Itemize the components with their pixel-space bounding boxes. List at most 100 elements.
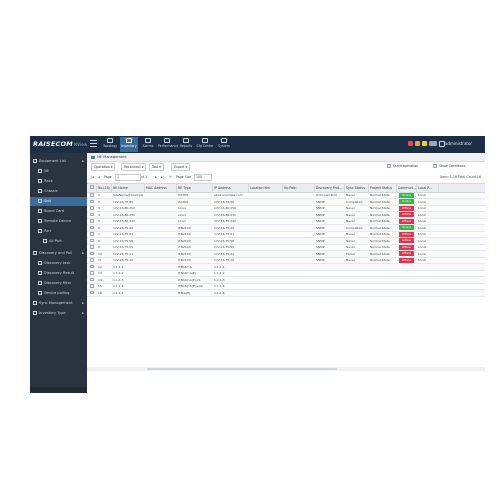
row-checkbox[interactable] [90,284,94,288]
toolbar-button-1[interactable]: Operation ▾ [91,163,116,171]
sidebar-item-rack[interactable]: Rack [30,177,87,186]
row-checkbox[interactable] [90,271,94,275]
sidebar-item-device-polling[interactable]: Device polling [30,289,87,298]
table-cell: Never [346,232,355,236]
table-cell [283,283,315,289]
column-header[interactable]: MAC Address [145,184,177,192]
row-checkbox[interactable] [90,251,94,255]
nav-system[interactable]: System [215,137,233,152]
communication-status-badge: Offline [399,244,414,250]
refresh-icon[interactable]: ↻ [169,174,172,180]
column-header[interactable]: NE Name [112,184,145,192]
toolbar-button-3[interactable]: Tool ▾ [149,163,164,171]
select-all-checkbox[interactable] [87,184,97,192]
page-size-select[interactable]: 100 [194,174,212,181]
column-header[interactable]: Sync Status [345,184,369,192]
table-cell: 4 [98,212,100,217]
nav-performance[interactable]: Performance [158,137,178,152]
sidebar-item-discovery-filter[interactable]: Discovery filter [30,279,87,288]
table-cell: site1.example.com [214,193,243,197]
row-checkbox[interactable] [90,290,94,294]
table-cell: 172.16.75.60 [113,199,134,204]
nav-topology[interactable]: Topology [101,137,119,152]
nav-reports[interactable]: Reports [177,137,195,152]
sidebar-item-port[interactable]: Port [30,227,87,236]
row-checkbox[interactable] [90,277,94,281]
table-cell: 15 [98,284,102,288]
column-header[interactable]: Project Status [369,184,397,192]
bell-icon [145,138,151,143]
row-checkbox[interactable] [90,193,94,197]
chevron-right-icon: ▸ [82,159,84,163]
toolbar-button-4[interactable]: Export ▾ [171,163,191,171]
sidebar-item-discovery-result[interactable]: Discovery Result [30,269,87,278]
row-checkbox[interactable] [90,212,94,216]
logo: RAISECOMNView [33,140,87,148]
sidebar-item-all-port[interactable]: All Port [30,237,87,246]
table-cell: 172.16.80.250 [214,206,236,210]
table-row[interactable]: 16 1.1.1.5 ITN-A(E) 1.1.1.5 [87,289,485,297]
sidebar-item-board-card[interactable]: Board Card [30,207,87,216]
sidebar-item-discovery-and-poll[interactable]: Discovery and Poll ▸ [30,249,87,258]
row-checkbox[interactable] [90,199,94,203]
column-header[interactable]: IP Address [213,184,249,192]
sidebar-item-discovery-task[interactable]: Discovery task [30,259,87,268]
top-bar: RAISECOMNView Topology Inventory Alarms Per… [30,136,485,153]
row-checkbox[interactable] [90,206,94,210]
column-header[interactable]: Location Nm [249,184,283,192]
toolbar-button-2[interactable]: Reconnect ▾ [121,163,147,171]
table-cell [145,244,177,250]
prev-page-icon[interactable]: ◂ [98,174,100,180]
row-checkbox[interactable] [90,232,94,236]
alarm-major-icon[interactable] [415,141,420,146]
quick-operation-checkbox[interactable] [387,164,391,168]
column-header[interactable]: Communi... [397,184,417,192]
table-cell: Never [346,212,355,217]
sidebar-item-remote-device[interactable]: Remote Device [30,217,87,226]
table-cell: SNMP [316,251,325,256]
sidebar-item-slot[interactable]: Slot [30,197,87,206]
first-page-icon[interactable]: |◂ [91,174,94,180]
row-checkbox[interactable] [90,238,94,242]
row-checkbox[interactable] [90,245,94,249]
table-cell: 172.16.75.61 [214,232,235,236]
sidebar-item-equipment-list[interactable]: Equipment List ▸ [30,157,87,166]
nav-inventory[interactable]: Inventory [120,137,138,152]
table-cell [145,290,177,296]
next-page-icon[interactable]: ▸ [155,174,157,180]
row-checkbox[interactable] [90,225,94,229]
horizontal-scrollbar[interactable] [87,367,485,371]
table-cell [249,225,283,231]
show-conditions-checkbox[interactable] [433,164,437,168]
sidebar-item-inventory-type[interactable]: Inventory Type ▸ [30,309,87,318]
device-icon [38,169,42,173]
alarm-warning-icon[interactable] [429,141,437,146]
sidebar-item-chassis[interactable]: Chassis [30,187,87,196]
last-page-icon[interactable]: ▸| [161,174,164,180]
alarm-critical-icon[interactable] [408,141,413,146]
menu-toggle-icon[interactable] [90,140,97,147]
scroll-thumb[interactable] [147,368,337,370]
checkbox[interactable] [90,185,94,189]
table-cell: SNMP [316,199,325,204]
nav-alarms[interactable]: Alarms [139,137,157,152]
page-input[interactable]: 1 [115,174,141,181]
alarm-minor-icon[interactable] [422,141,427,146]
nav-cfg-center[interactable]: Cfg Center [196,137,214,152]
column-header[interactable]: Discovery Prot... [315,184,345,192]
user-name[interactable]: administrator [445,141,472,146]
sidebar-item-sync-management[interactable]: Sync Management ▸ [30,299,87,308]
table-cell [283,290,315,296]
sidebar-item-ne[interactable]: NE [30,167,87,176]
column-header[interactable]: Local P... [417,184,439,192]
row-checkbox[interactable] [90,219,94,223]
row-checkbox[interactable] [90,264,94,268]
column-header[interactable]: Up Path [283,184,315,192]
home-icon [91,155,95,159]
column-header[interactable]: No.(16) [97,184,112,192]
communication-status-badge: Online [399,199,414,204]
table-cell [145,277,177,283]
row-checkbox[interactable] [90,258,94,262]
column-header[interactable]: NE Type [177,184,213,192]
table-cell [283,231,315,237]
